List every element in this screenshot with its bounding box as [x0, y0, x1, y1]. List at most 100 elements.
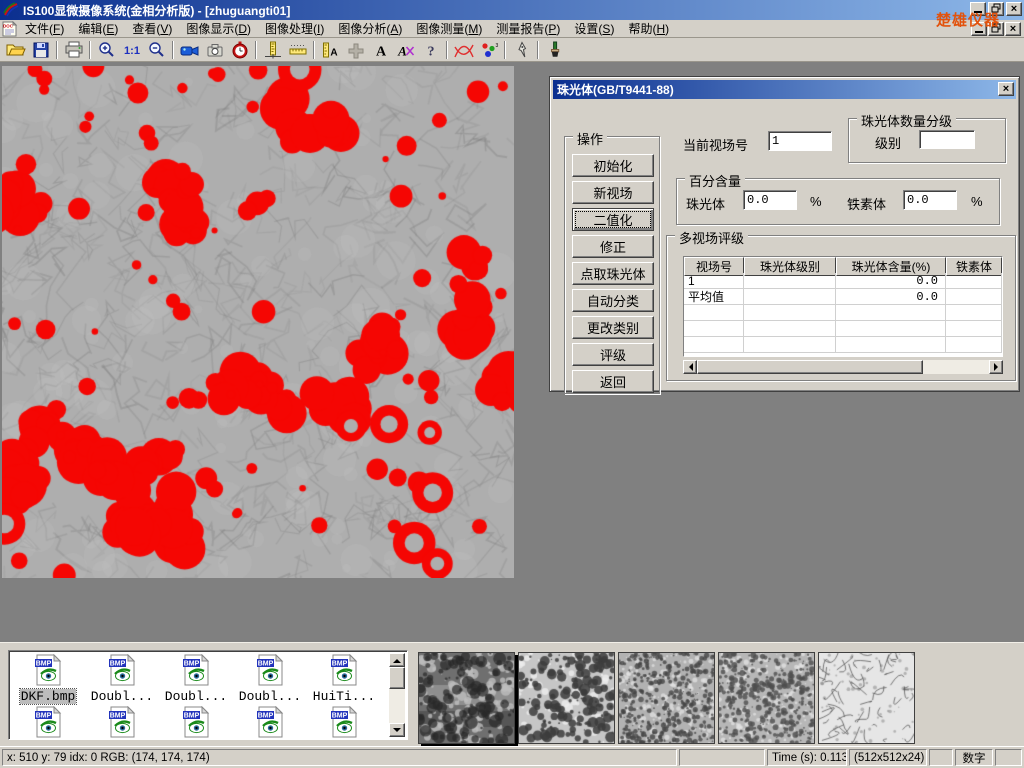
table-cell-r1c1[interactable]: [744, 289, 836, 305]
menu-item-2[interactable]: 编辑(E): [71, 19, 125, 38]
open-icon[interactable]: [3, 40, 28, 61]
op-button-二值化[interactable]: 二值化: [572, 208, 654, 231]
document-icon[interactable]: DOC: [2, 21, 18, 37]
menu-item-6[interactable]: 图像分析(A): [331, 19, 409, 38]
zoom-in-icon[interactable]: [94, 40, 119, 61]
svg-text:1:1: 1:1: [124, 45, 140, 57]
svg-text:BMP: BMP: [110, 661, 126, 668]
op-button-返回[interactable]: 返回: [572, 370, 654, 393]
styled-text-icon[interactable]: A: [393, 40, 418, 61]
file-item-partial-3[interactable]: BMP: [159, 706, 233, 740]
file-item-partial-2[interactable]: BMP: [85, 706, 159, 740]
svg-text:BMP: BMP: [36, 661, 52, 668]
file-item-1[interactable]: BMPDKF.bmp: [11, 654, 85, 704]
file-scroll-thumb[interactable]: [389, 667, 405, 689]
table-cell-r3c0[interactable]: [684, 321, 744, 337]
current-view-input[interactable]: 1: [768, 131, 832, 151]
dialog-title-bar[interactable]: 珠光体(GB/T9441-88) ×: [553, 80, 1016, 99]
table-cell-r0c3[interactable]: [946, 273, 1002, 289]
actual-size-icon[interactable]: 1:1: [119, 40, 144, 61]
multi-view-table[interactable]: 视场号珠光体级别珠光体含量(%)铁素体10.0平均值0.0: [683, 256, 1003, 357]
video-camera-icon[interactable]: [177, 40, 202, 61]
file-item-partial-1[interactable]: BMP: [11, 706, 85, 740]
file-vscrollbar[interactable]: [389, 653, 405, 737]
scroll-thumb[interactable]: [697, 360, 923, 374]
file-item-2[interactable]: BMPDoubl...: [85, 654, 159, 704]
op-button-新视场[interactable]: 新视场: [572, 181, 654, 204]
menu-item-7[interactable]: 图像测量(M): [409, 19, 489, 38]
file-item-partial-5[interactable]: BMP: [307, 706, 381, 740]
ruler-text-icon[interactable]: A: [318, 40, 343, 61]
merge-icon[interactable]: [343, 40, 368, 61]
table-cell-r2c3[interactable]: [946, 305, 1002, 321]
file-item-3[interactable]: BMPDoubl...: [159, 654, 233, 704]
op-button-更改类别[interactable]: 更改类别: [572, 316, 654, 339]
save-icon[interactable]: [28, 40, 53, 61]
curve-icon[interactable]: [451, 40, 476, 61]
print-icon[interactable]: [61, 40, 86, 61]
menu-item-8[interactable]: 测量报告(P): [489, 19, 567, 38]
pearlite-percent-input[interactable]: 0.0: [743, 190, 797, 210]
menu-item-3[interactable]: 查看(V): [125, 19, 179, 38]
metallographic-image[interactable]: [2, 66, 514, 578]
op-button-点取珠光体[interactable]: 点取珠光体: [572, 262, 654, 285]
table-cell-r0c0[interactable]: 1: [684, 273, 744, 289]
file-item-5[interactable]: BMPHuiTi...: [307, 654, 381, 704]
op-button-初始化[interactable]: 初始化: [572, 154, 654, 177]
op-button-修正[interactable]: 修正: [572, 235, 654, 258]
scroll-down-button[interactable]: [389, 723, 405, 737]
table-cell-r2c0[interactable]: [684, 305, 744, 321]
table-cell-r0c1[interactable]: [744, 273, 836, 289]
menu-item-4[interactable]: 图像显示(D): [179, 19, 258, 38]
table-cell-r4c2[interactable]: [836, 337, 946, 353]
close-button[interactable]: ×: [1006, 2, 1022, 16]
dialog-close-button[interactable]: ×: [998, 82, 1014, 96]
sample-thumbnail-4[interactable]: [718, 652, 815, 744]
pen-icon[interactable]: [509, 40, 534, 61]
op-button-评级[interactable]: 评级: [572, 343, 654, 366]
op-button-自动分类[interactable]: 自动分类: [572, 289, 654, 312]
sample-thumbnail-1[interactable]: [418, 652, 515, 744]
sample-thumbnail-2[interactable]: [518, 652, 615, 744]
menu-item-9[interactable]: 设置(S): [567, 19, 621, 38]
scroll-right-button[interactable]: [989, 360, 1003, 374]
sample-thumbnail-5[interactable]: [818, 652, 915, 744]
brush-icon[interactable]: [542, 40, 567, 61]
table-cell-r3c3[interactable]: [946, 321, 1002, 337]
text-icon[interactable]: A: [368, 40, 393, 61]
help-icon[interactable]: ?: [418, 40, 443, 61]
table-cell-r0c2[interactable]: 0.0: [836, 273, 946, 289]
table-cell-r4c1[interactable]: [744, 337, 836, 353]
scroll-up-button[interactable]: [389, 653, 405, 667]
ferrite-percent-unit: %: [971, 194, 983, 209]
stopwatch-icon[interactable]: [227, 40, 252, 61]
table-hscrollbar[interactable]: [683, 360, 1003, 374]
title-bar[interactable]: IS100显微摄像系统(金相分析版) - [zhuguangti01] ×: [0, 0, 1024, 20]
table-cell-r1c3[interactable]: [946, 289, 1002, 305]
table-cell-r3c1[interactable]: [744, 321, 836, 337]
zoom-out-icon[interactable]: [144, 40, 169, 61]
scroll-left-button[interactable]: [683, 360, 697, 374]
ruler-icon[interactable]: [285, 40, 310, 61]
table-cell-r4c3[interactable]: [946, 337, 1002, 353]
table-cell-r1c2[interactable]: 0.0: [836, 289, 946, 305]
camera-icon[interactable]: [202, 40, 227, 61]
multi-view-group-label: 多视场评级: [675, 228, 748, 247]
table-cell-r2c2[interactable]: [836, 305, 946, 321]
grade-input[interactable]: [919, 130, 975, 149]
menu-item-5[interactable]: 图像处理(I): [258, 19, 331, 38]
table-cell-r3c2[interactable]: [836, 321, 946, 337]
mdi-close-button[interactable]: ×: [1005, 22, 1021, 36]
pearlite-percent-label: 珠光体: [686, 194, 725, 213]
table-cell-r2c1[interactable]: [744, 305, 836, 321]
file-item-4[interactable]: BMPDoubl...: [233, 654, 307, 704]
sample-thumbnail-3[interactable]: [618, 652, 715, 744]
table-cell-r1c0[interactable]: 平均值: [684, 289, 744, 305]
menu-item-10[interactable]: 帮助(H): [621, 19, 676, 38]
ferrite-percent-input[interactable]: 0.0: [903, 190, 957, 210]
count-points-icon[interactable]: 3: [476, 40, 501, 61]
caliper-icon[interactable]: [260, 40, 285, 61]
menu-item-1[interactable]: 文件(F): [18, 19, 71, 38]
table-cell-r4c0[interactable]: [684, 337, 744, 353]
file-item-partial-4[interactable]: BMP: [233, 706, 307, 740]
